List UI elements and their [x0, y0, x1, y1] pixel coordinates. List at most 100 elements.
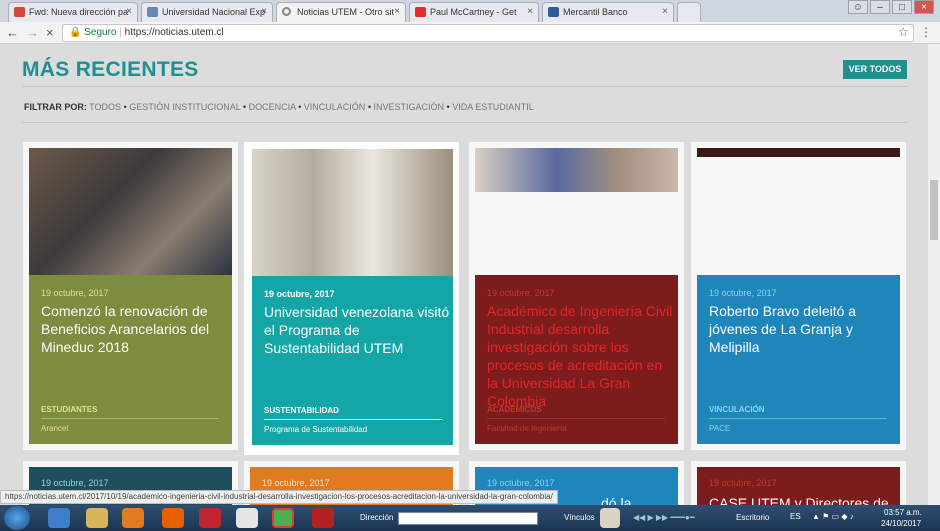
news-card-body: 19 octubre, 2017 Comenzó la renovación d… — [29, 275, 232, 444]
news-tag[interactable]: Programa de Sustentabilidad — [264, 425, 367, 434]
youtube-icon — [415, 7, 426, 17]
news-card[interactable]: 19 octubre, 2017 CASE UTEM y Directores … — [691, 461, 906, 505]
separator: • — [446, 102, 450, 112]
loading-icon — [282, 7, 291, 16]
page-title: MÁS RECIENTES — [22, 58, 199, 81]
news-category[interactable]: SUSTENTABILIDAD — [264, 406, 339, 415]
filter-vinculacion[interactable]: VINCULACIÓN — [304, 102, 366, 112]
separator: • — [242, 102, 247, 112]
windows-start-icon[interactable] — [4, 506, 30, 530]
direccion-label: Dirección — [360, 513, 394, 522]
news-title[interactable]: Académico de Ingeniería Civil Industrial… — [487, 302, 673, 410]
tab-universidad[interactable]: Universidad Nacional Exp × — [141, 2, 273, 22]
url-field[interactable]: 🔒 Seguro | https://noticias.utem.cl — [62, 24, 914, 42]
language-indicator[interactable]: ES — [790, 512, 801, 521]
filter-label: FILTRAR POR: — [24, 102, 87, 112]
close-icon[interactable]: × — [394, 6, 400, 17]
url-text: https://noticias.utem.cl — [124, 27, 224, 38]
filter-bar: FILTRAR POR: TODOS • GESTIÓN INSTITUCION… — [24, 102, 534, 112]
filter-vida-estudiantil[interactable]: VIDA ESTUDIANTIL — [452, 102, 534, 112]
filter-docencia[interactable]: DOCENCIA — [249, 102, 296, 112]
news-category[interactable]: ESTUDIANTES — [41, 405, 97, 414]
news-title[interactable]: Universidad venezolana visitó el Program… — [264, 303, 450, 357]
menu-icon[interactable]: ⋮ — [920, 25, 932, 39]
news-photo — [252, 149, 453, 276]
news-date: 19 octubre, 2017 — [41, 288, 109, 298]
document-icon — [147, 7, 158, 17]
filter-investigacion[interactable]: INVESTIGACIÓN — [373, 102, 444, 112]
filter-todos[interactable]: TODOS — [89, 102, 121, 112]
star-icon[interactable]: ☆ — [898, 25, 909, 39]
minimize-button[interactable]: – — [870, 0, 890, 14]
clock-date[interactable]: 24/10/2017 — [881, 519, 921, 528]
new-tab-button[interactable] — [677, 2, 701, 22]
firefox-icon[interactable] — [162, 508, 184, 528]
news-tag[interactable]: Facultad de Ingeniería — [487, 424, 567, 433]
news-title[interactable]: CASE UTEM y Directores de — [709, 494, 895, 505]
address-bar: ← → × 🔒 Seguro | https://noticias.utem.c… — [0, 22, 940, 44]
filter-gestion[interactable]: GESTIÓN INSTITUCIONAL — [129, 102, 240, 112]
close-window-button[interactable]: × — [914, 0, 934, 14]
tab-title: Mercantil Banco — [563, 7, 628, 17]
divider — [264, 419, 442, 420]
separator: • — [123, 102, 127, 112]
tab-youtube[interactable]: Paul McCartney - Get × — [409, 2, 539, 22]
news-date: 19 octubre, 2017 — [262, 478, 330, 488]
tab-mercantil[interactable]: Mercantil Banco × — [542, 2, 674, 22]
stop-icon[interactable]: × — [46, 25, 54, 40]
news-category[interactable]: ACADÉMICOS — [487, 405, 542, 414]
news-title[interactable]: Comenzó la renovación de Beneficios Aran… — [41, 302, 227, 356]
news-date: 19 octubre, 2017 — [487, 288, 555, 298]
close-icon[interactable]: × — [126, 6, 132, 17]
clock-time[interactable]: 03:57 a.m. — [884, 508, 922, 517]
tab-title: Universidad Nacional Exp — [162, 7, 266, 17]
status-url: https://noticias.utem.cl/2017/10/19/acad… — [0, 490, 558, 504]
bank-icon — [548, 7, 559, 17]
tray-icons[interactable]: ▲ ⚑ ▭ ◆ ♪ — [812, 512, 854, 521]
maximize-button[interactable]: □ — [892, 0, 912, 14]
news-tag[interactable]: Arancel — [41, 424, 68, 433]
tab-gmail[interactable]: Fwd: Nueva dirección pa × — [8, 2, 138, 22]
close-icon[interactable]: × — [662, 6, 668, 17]
news-card-body: 19 octubre, 2017 Universidad venezolana … — [252, 276, 453, 445]
separator: • — [298, 102, 302, 112]
scrollbar[interactable] — [928, 44, 940, 505]
divider — [22, 86, 907, 87]
divider — [22, 122, 907, 123]
ver-todos-button[interactable]: VER TODOS — [843, 60, 907, 79]
secure-label: Seguro — [84, 27, 117, 38]
user-icon[interactable]: ☺ — [848, 0, 868, 14]
internet-explorer-icon[interactable] — [48, 508, 70, 528]
news-date: 19 octubre, 2017 — [41, 478, 109, 488]
itunes-icon[interactable] — [236, 508, 258, 528]
media-player-icon[interactable] — [122, 508, 144, 528]
news-title[interactable]: Roberto Bravo deleitó a jóvenes de La Gr… — [709, 302, 895, 356]
media-controls-icon[interactable]: ◀◀ ▶ ▶▶ ━━━●━ — [633, 513, 695, 522]
close-icon[interactable]: × — [527, 6, 533, 17]
news-photo — [475, 148, 678, 192]
news-card-body: 19 octubre, 2017 CASE UTEM y Directores … — [697, 467, 900, 505]
opera-icon[interactable] — [199, 508, 221, 528]
tab-noticias-utem[interactable]: Noticias UTEM - Otro sit × — [276, 2, 406, 22]
scrollbar-thumb[interactable] — [930, 180, 938, 240]
chrome-icon[interactable] — [272, 508, 294, 528]
news-category[interactable]: VINCULACIÓN — [709, 405, 765, 414]
tab-title: Noticias UTEM - Otro sit — [297, 7, 395, 17]
news-card[interactable]: 19 octubre, 2017 Académico de Ingeniería… — [469, 142, 684, 450]
page-content: MÁS RECIENTES VER TODOS FILTRAR POR: TOD… — [0, 44, 928, 505]
forward-icon[interactable]: → — [26, 25, 39, 40]
folder-icon[interactable] — [86, 508, 108, 528]
tab-title: Paul McCartney - Get — [430, 7, 517, 17]
back-icon[interactable]: ← — [6, 25, 19, 40]
notepad-icon[interactable] — [600, 508, 620, 528]
news-photo — [697, 148, 900, 157]
direccion-input[interactable] — [398, 512, 538, 525]
news-date: 19 octubre, 2017 — [264, 289, 335, 299]
news-card[interactable]: 19 octubre, 2017 Universidad venezolana … — [244, 142, 459, 455]
news-tag[interactable]: PACE — [709, 424, 730, 433]
close-icon[interactable]: × — [261, 6, 267, 17]
app-icon[interactable] — [312, 508, 334, 528]
news-card[interactable]: 19 octubre, 2017 Comenzó la renovación d… — [23, 142, 238, 450]
browser-tab-strip: Fwd: Nueva dirección pa × Universidad Na… — [0, 0, 940, 22]
news-card[interactable]: 19 octubre, 2017 Roberto Bravo deleitó a… — [691, 142, 906, 450]
